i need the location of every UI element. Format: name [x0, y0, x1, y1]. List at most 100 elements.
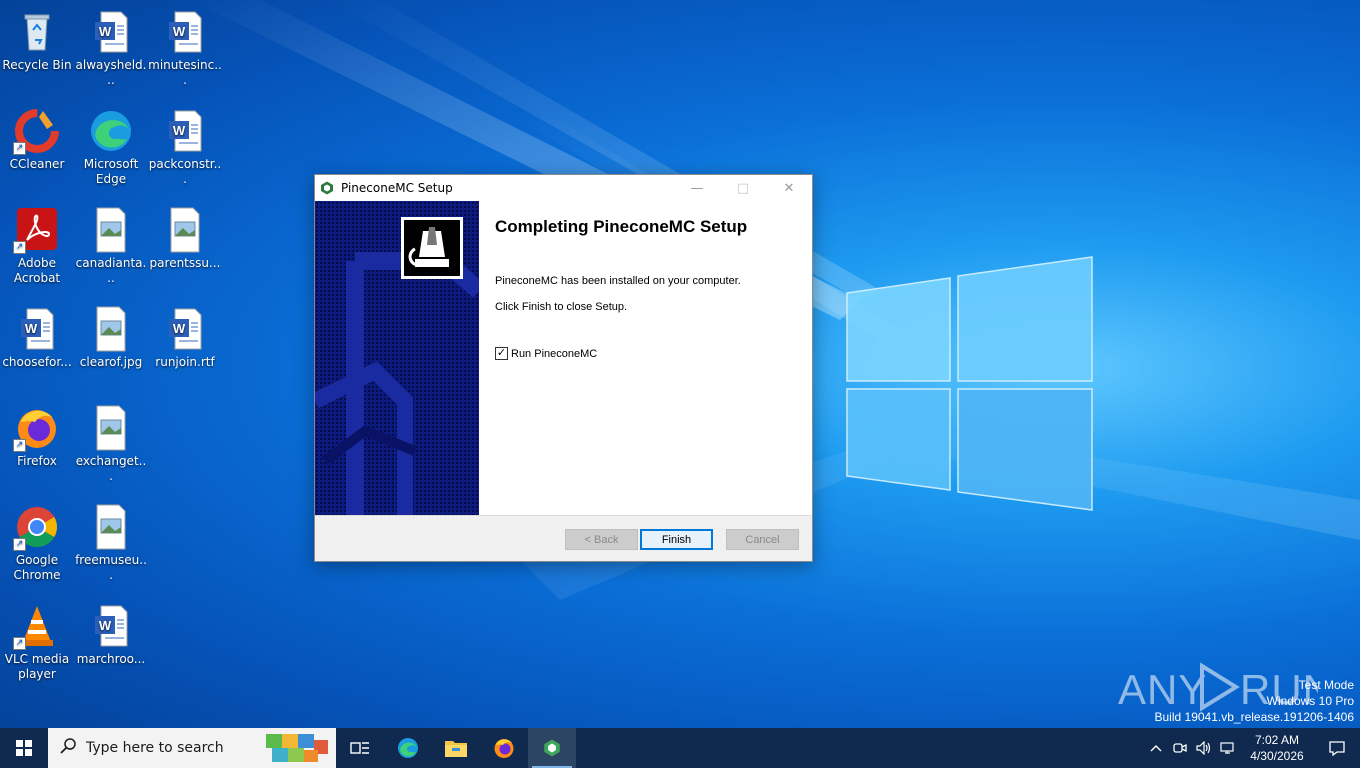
chrome-icon: ↗: [13, 503, 61, 551]
desktop-icon-packconstr[interactable]: W packconstr...: [148, 107, 222, 187]
windows-start-icon: [16, 740, 32, 756]
shortcut-arrow-icon: ↗: [13, 637, 26, 650]
svg-text:W: W: [99, 24, 112, 39]
volume-icon[interactable]: [1192, 741, 1216, 755]
test-mode-watermark: Test Mode Windows 10 Pro Build 19041.vb_…: [1155, 677, 1355, 725]
ccleaner-icon: ↗: [13, 107, 61, 155]
taskbar-firefox[interactable]: [480, 728, 528, 768]
svg-text:W: W: [99, 618, 112, 633]
taskbar-edge[interactable]: [384, 728, 432, 768]
desktop-icon-label: parentssu...: [149, 256, 221, 270]
edge-icon: [87, 107, 135, 155]
chevron-up-icon[interactable]: [1144, 744, 1168, 752]
shortcut-arrow-icon: ↗: [13, 439, 26, 452]
watermark-line-2: Windows 10 Pro: [1266, 694, 1354, 708]
desktop-icon-label: choosefor...: [2, 355, 72, 369]
clock-time: 7:02 AM: [1254, 733, 1300, 747]
run-pineconemc-checkbox[interactable]: ✓: [495, 347, 508, 360]
search-highlight-image: [266, 732, 328, 768]
shortcut-arrow-icon: ↗: [13, 538, 26, 551]
desktop-icon-vlc[interactable]: ↗ VLC media player: [0, 602, 74, 682]
desktop-icon-exchanget[interactable]: exchanget...: [74, 404, 148, 484]
desktop-icon-freemuseu[interactable]: freemuseu...: [74, 503, 148, 583]
desktop-icon-label: VLC media player: [4, 652, 70, 681]
desktop-icon-label: Microsoft Edge: [83, 157, 139, 186]
word-document-icon: W: [161, 107, 209, 155]
desktop-icon-clearof[interactable]: clearof.jpg: [74, 305, 148, 370]
taskbar-clock[interactable]: 7:02 AM 4/30/2026: [1240, 732, 1314, 764]
dialog-separator: [315, 515, 812, 516]
shortcut-arrow-icon: ↗: [13, 142, 26, 155]
desktop-icon-edge[interactable]: Microsoft Edge: [74, 107, 148, 187]
dialog-content: Completing PineconeMC Setup PineconeMC h…: [315, 201, 812, 515]
watermark-line-1: Test Mode: [1298, 678, 1354, 692]
maximize-button[interactable]: □: [720, 175, 766, 201]
close-button[interactable]: ✕: [766, 175, 812, 201]
installer-banner: [315, 201, 479, 515]
desktop-icon-chrome[interactable]: ↗ Google Chrome: [0, 503, 74, 583]
acrobat-icon: ↗: [13, 206, 61, 254]
desktop-icon-parentssu[interactable]: parentssu...: [148, 206, 222, 271]
installed-message: PineconeMC has been installed on your co…: [495, 275, 741, 287]
taskbar-pineconemc-setup[interactable]: [528, 728, 576, 768]
desktop-icon-recycle-bin[interactable]: Recycle Bin: [0, 8, 74, 73]
desktop-icon-label: minutesinc...: [148, 58, 222, 87]
svg-text:W: W: [25, 321, 38, 336]
image-file-icon: [87, 206, 135, 254]
desktop-icon-acrobat[interactable]: ↗ Adobe Acrobat: [0, 206, 74, 286]
desktop-icon-label: canadianta...: [75, 256, 147, 285]
recycle-bin-icon: [13, 8, 61, 56]
pineconemc-icon: [544, 739, 560, 757]
desktop-icon-label: Adobe Acrobat: [13, 256, 61, 285]
setup-dialog: PineconeMC Setup — □ ✕ Completing Pineco…: [314, 174, 813, 562]
cancel-button[interactable]: Cancel: [726, 529, 799, 550]
meet-now-icon[interactable]: [1168, 741, 1192, 755]
network-icon[interactable]: [1216, 741, 1240, 755]
finish-instructions: Click Finish to close Setup.: [495, 301, 628, 313]
firefox-icon: ↗: [13, 404, 61, 452]
action-center-button[interactable]: [1314, 740, 1360, 756]
desktop-icon-label: CCleaner: [9, 157, 65, 171]
desktop-icon-alwaysheld[interactable]: W alwaysheld...: [74, 8, 148, 88]
clock-date: 4/30/2026: [1250, 749, 1304, 763]
image-file-icon: [87, 503, 135, 551]
desktop-icon-label: freemuseu...: [75, 553, 147, 582]
taskbar-file-explorer[interactable]: [432, 728, 480, 768]
desktop-icon-firefox[interactable]: ↗ Firefox: [0, 404, 74, 469]
run-pineconemc-option[interactable]: ✓ Run PineconeMC: [495, 347, 597, 360]
desktop-icon-label: alwaysheld...: [75, 58, 147, 87]
pineconemc-icon: [320, 181, 334, 195]
desktop-icon-marchroo[interactable]: W marchroo...: [74, 602, 148, 667]
image-file-icon: [161, 206, 209, 254]
image-file-icon: [87, 305, 135, 353]
desktop-icon-canadianta[interactable]: canadianta...: [74, 206, 148, 286]
edge-icon: [398, 738, 418, 758]
taskbar-search-box[interactable]: Type here to search: [48, 728, 336, 768]
start-button[interactable]: [0, 728, 48, 768]
desktop-icon-label: Google Chrome: [13, 553, 61, 582]
dialog-heading: Completing PineconeMC Setup: [495, 217, 748, 236]
back-button[interactable]: < Back: [565, 529, 638, 550]
desktop-icon-label: packconstr...: [148, 157, 222, 186]
desktop-icon-label: runjoin.rtf: [155, 355, 215, 369]
word-document-icon: W: [13, 305, 61, 353]
dialog-titlebar[interactable]: PineconeMC Setup — □ ✕: [315, 175, 812, 201]
shortcut-arrow-icon: ↗: [13, 241, 26, 254]
desktop-icon-minutesinc[interactable]: W minutesinc...: [148, 8, 222, 88]
word-document-icon: W: [87, 602, 135, 650]
desktop-icon-label: marchroo...: [76, 652, 146, 666]
desktop-icon-ccleaner[interactable]: ↗ CCleaner: [0, 107, 74, 172]
desktop-icon-choosefor[interactable]: W choosefor...: [0, 305, 74, 370]
image-file-icon: [87, 404, 135, 452]
dialog-title: PineconeMC Setup: [341, 181, 453, 195]
vlc-icon: ↗: [13, 602, 61, 650]
task-view-button[interactable]: [336, 728, 384, 768]
desktop-icon-label: Firefox: [17, 454, 57, 468]
svg-text:W: W: [173, 123, 186, 138]
minimize-button[interactable]: —: [674, 175, 720, 201]
watermark-line-3: Build 19041.vb_release.191206-1406: [1154, 710, 1355, 724]
windows-logo-wallpaper: [846, 256, 1093, 511]
desktop-icon-runjoin[interactable]: W runjoin.rtf: [148, 305, 222, 370]
desktop-icon-label: exchanget...: [75, 454, 147, 483]
finish-button[interactable]: Finish: [640, 529, 713, 550]
